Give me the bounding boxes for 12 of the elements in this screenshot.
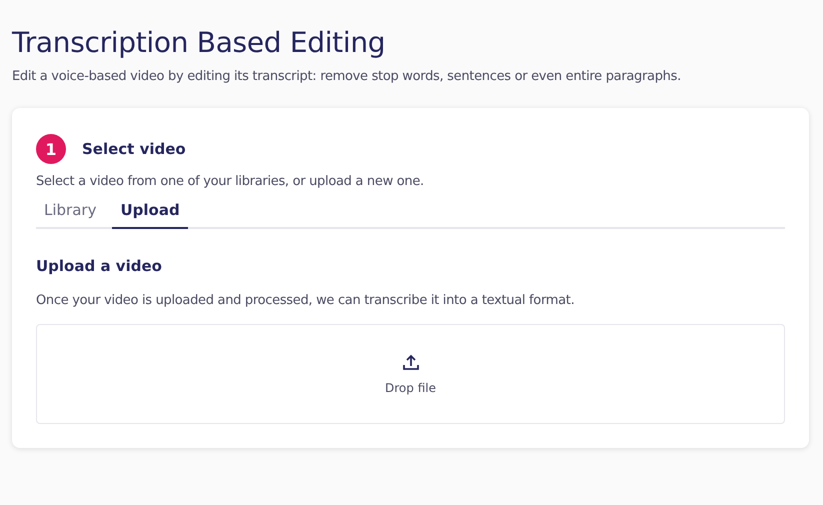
section-description: Once your video is uploaded and processed, we can transcribe it into a textual format. — [36, 293, 576, 308]
step-number: 1 — [36, 134, 66, 164]
tab[interactable]: Upload — [112, 195, 188, 229]
page-title: Transcription Based Editing — [12, 26, 386, 59]
tab[interactable]: Library — [36, 195, 104, 229]
section-heading: Upload a video — [36, 257, 163, 275]
upload-icon — [402, 353, 420, 371]
page-subtitle: Edit a voice-based video by editing its transcript: remove stop words, sentences or even entire paragraphs. — [12, 69, 682, 84]
drop-label: Drop file — [385, 381, 436, 395]
step-title: Select video — [82, 140, 186, 158]
drop-zone[interactable]: Drop file — [36, 324, 785, 424]
step-description: Select a video from one of your libraries, or upload a new one. — [36, 174, 425, 189]
